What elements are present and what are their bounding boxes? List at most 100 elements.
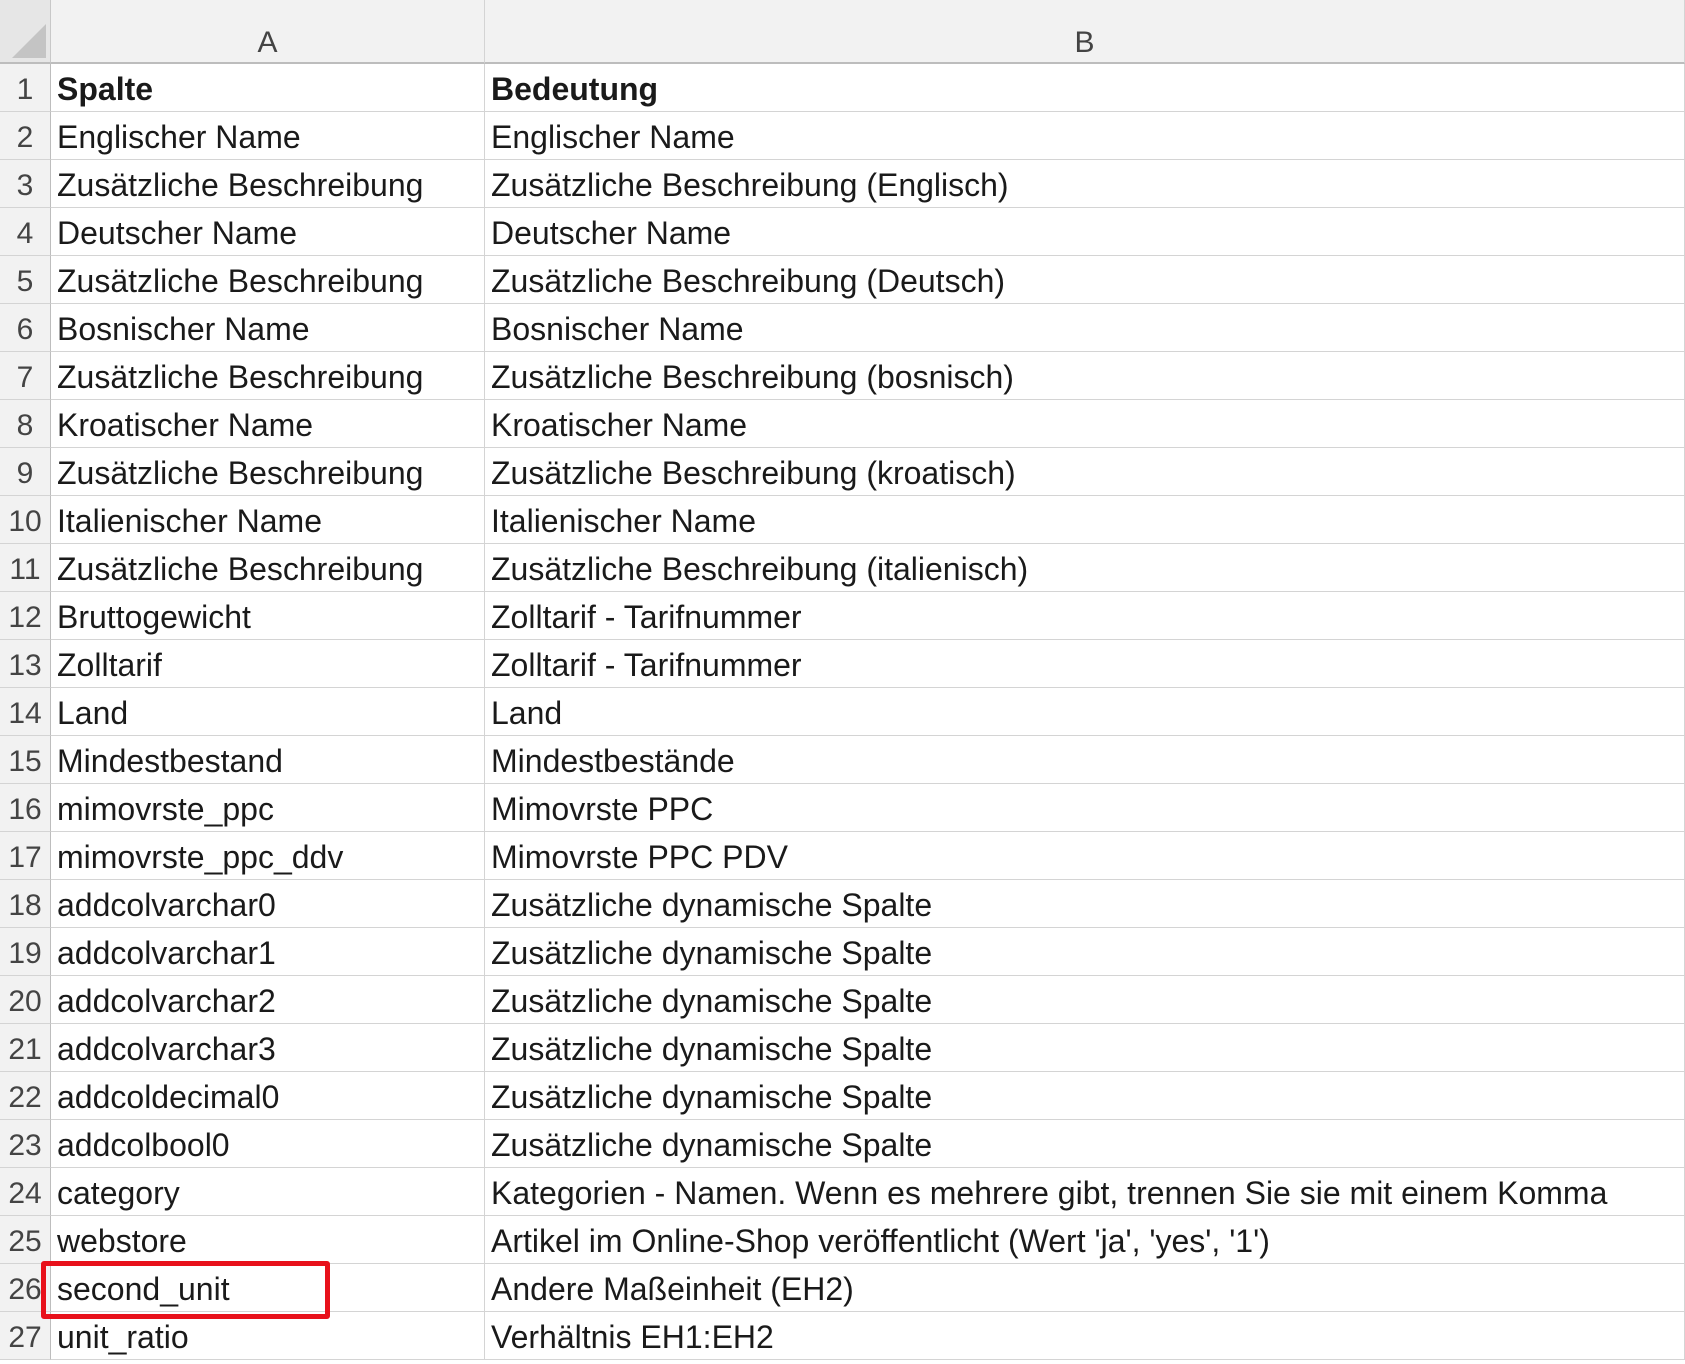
cell-b[interactable]: Zusätzliche dynamische Spalte: [485, 928, 1685, 976]
column-header-b[interactable]: B: [485, 0, 1685, 64]
table-row: 10 Italienischer Name Italienischer Name: [0, 496, 1685, 544]
row-header[interactable]: 24: [0, 1168, 51, 1216]
cell-b[interactable]: Zusätzliche Beschreibung (Deutsch): [485, 256, 1685, 304]
row-header[interactable]: 1: [0, 64, 51, 112]
table-row: 16 mimovrste_ppc Mimovrste PPC: [0, 784, 1685, 832]
cell-b[interactable]: Artikel im Online-Shop veröffentlicht (W…: [485, 1216, 1685, 1264]
row-header[interactable]: 14: [0, 688, 51, 736]
cell-a[interactable]: Bosnischer Name: [51, 304, 485, 352]
row-header[interactable]: 12: [0, 592, 51, 640]
row-header[interactable]: 16: [0, 784, 51, 832]
table-row: 24 category Kategorien - Namen. Wenn es me…: [0, 1168, 1685, 1216]
cell-a[interactable]: Zusätzliche Beschreibung: [51, 352, 485, 400]
row-header[interactable]: 2: [0, 112, 51, 160]
table-row: 5 Zusätzliche Beschreibung Zusätzliche Bes…: [0, 256, 1685, 304]
table-row: 1 Spalte Bedeutung: [0, 64, 1685, 112]
cell-a[interactable]: unit_ratio: [51, 1312, 485, 1360]
table-row: 18 addcolvarchar0 Zusätzliche dynamische S…: [0, 880, 1685, 928]
cell-b[interactable]: Zolltarif - Tarifnummer: [485, 592, 1685, 640]
cell-a[interactable]: Kroatischer Name: [51, 400, 485, 448]
cell-a[interactable]: webstore: [51, 1216, 485, 1264]
cell-a[interactable]: Zolltarif: [51, 640, 485, 688]
cell-a[interactable]: Englischer Name: [51, 112, 485, 160]
cell-b[interactable]: Zusätzliche dynamische Spalte: [485, 880, 1685, 928]
cell-b[interactable]: Kroatischer Name: [485, 400, 1685, 448]
row-header[interactable]: 8: [0, 400, 51, 448]
cell-b[interactable]: Bedeutung: [485, 64, 1685, 112]
cell-b[interactable]: Zusätzliche Beschreibung (Englisch): [485, 160, 1685, 208]
cell-b[interactable]: Mimovrste PPC: [485, 784, 1685, 832]
cell-b[interactable]: Andere Maßeinheit (EH2): [485, 1264, 1685, 1312]
row-header[interactable]: 20: [0, 976, 51, 1024]
cell-a[interactable]: Zusätzliche Beschreibung: [51, 256, 485, 304]
cell-a[interactable]: addcoldecimal0: [51, 1072, 485, 1120]
row-header[interactable]: 15: [0, 736, 51, 784]
cell-a[interactable]: addcolvarchar0: [51, 880, 485, 928]
cell-a[interactable]: mimovrste_ppc: [51, 784, 485, 832]
cell-b[interactable]: Bosnischer Name: [485, 304, 1685, 352]
cell-b[interactable]: Mindestbestände: [485, 736, 1685, 784]
table-row: 12 Bruttogewicht Zolltarif - Tarifnummer: [0, 592, 1685, 640]
sheet-rows: 1 Spalte Bedeutung 2 Englischer Name Englisch…: [0, 64, 1685, 1360]
cell-b[interactable]: Mimovrste PPC PDV: [485, 832, 1685, 880]
row-header[interactable]: 9: [0, 448, 51, 496]
cell-a[interactable]: Bruttogewicht: [51, 592, 485, 640]
table-row: 25 webstore Artikel im Online-Shop veröffe…: [0, 1216, 1685, 1264]
row-header[interactable]: 27: [0, 1312, 51, 1360]
table-row: 6 Bosnischer Name Bosnischer Name: [0, 304, 1685, 352]
cell-b[interactable]: Zusätzliche dynamische Spalte: [485, 1024, 1685, 1072]
cell-a[interactable]: addcolvarchar2: [51, 976, 485, 1024]
cell-a[interactable]: Zusätzliche Beschreibung: [51, 160, 485, 208]
cell-a[interactable]: addcolvarchar3: [51, 1024, 485, 1072]
table-row: 27 unit_ratio Verhältnis EH1:EH2: [0, 1312, 1685, 1360]
cell-a[interactable]: category: [51, 1168, 485, 1216]
column-header-a[interactable]: A: [51, 0, 485, 64]
row-header[interactable]: 6: [0, 304, 51, 352]
cell-a[interactable]: Zusätzliche Beschreibung: [51, 448, 485, 496]
row-header[interactable]: 5: [0, 256, 51, 304]
table-row: 20 addcolvarchar2 Zusätzliche dynamische S…: [0, 976, 1685, 1024]
select-all-corner[interactable]: [0, 0, 51, 64]
select-all-triangle-icon: [12, 24, 46, 58]
row-header[interactable]: 21: [0, 1024, 51, 1072]
cell-a[interactable]: Spalte: [51, 64, 485, 112]
cell-a[interactable]: addcolvarchar1: [51, 928, 485, 976]
cell-a[interactable]: Mindestbestand: [51, 736, 485, 784]
cell-a[interactable]: Deutscher Name: [51, 208, 485, 256]
row-header[interactable]: 18: [0, 880, 51, 928]
row-header[interactable]: 11: [0, 544, 51, 592]
cell-b[interactable]: Verhältnis EH1:EH2: [485, 1312, 1685, 1360]
cell-b[interactable]: Zusätzliche dynamische Spalte: [485, 1120, 1685, 1168]
cell-a[interactable]: mimovrste_ppc_ddv: [51, 832, 485, 880]
cell-b[interactable]: Kategorien - Namen. Wenn es mehrere gibt…: [485, 1168, 1685, 1216]
cell-b[interactable]: Zusätzliche Beschreibung (italienisch): [485, 544, 1685, 592]
row-header[interactable]: 22: [0, 1072, 51, 1120]
cell-b[interactable]: Zusätzliche dynamische Spalte: [485, 976, 1685, 1024]
row-header[interactable]: 10: [0, 496, 51, 544]
cell-a[interactable]: Land: [51, 688, 485, 736]
table-row: 7 Zusätzliche Beschreibung Zusätzliche Bes…: [0, 352, 1685, 400]
row-header[interactable]: 19: [0, 928, 51, 976]
cell-b[interactable]: Zolltarif - Tarifnummer: [485, 640, 1685, 688]
cell-b[interactable]: Zusätzliche dynamische Spalte: [485, 1072, 1685, 1120]
table-row: 4 Deutscher Name Deutscher Name: [0, 208, 1685, 256]
row-header[interactable]: 17: [0, 832, 51, 880]
row-header[interactable]: 7: [0, 352, 51, 400]
table-row: 11 Zusätzliche Beschreibung Zusätzliche Be…: [0, 544, 1685, 592]
cell-a[interactable]: Italienischer Name: [51, 496, 485, 544]
cell-b[interactable]: Land: [485, 688, 1685, 736]
row-header[interactable]: 25: [0, 1216, 51, 1264]
cell-b[interactable]: Italienischer Name: [485, 496, 1685, 544]
cell-b[interactable]: Zusätzliche Beschreibung (bosnisch): [485, 352, 1685, 400]
cell-b[interactable]: Englischer Name: [485, 112, 1685, 160]
table-row: 8 Kroatischer Name Kroatischer Name: [0, 400, 1685, 448]
row-header[interactable]: 23: [0, 1120, 51, 1168]
cell-a[interactable]: Zusätzliche Beschreibung: [51, 544, 485, 592]
row-header[interactable]: 3: [0, 160, 51, 208]
cell-b[interactable]: Deutscher Name: [485, 208, 1685, 256]
highlight-box: [41, 1261, 330, 1319]
row-header[interactable]: 4: [0, 208, 51, 256]
cell-b[interactable]: Zusätzliche Beschreibung (kroatisch): [485, 448, 1685, 496]
cell-a[interactable]: addcolbool0: [51, 1120, 485, 1168]
row-header[interactable]: 13: [0, 640, 51, 688]
